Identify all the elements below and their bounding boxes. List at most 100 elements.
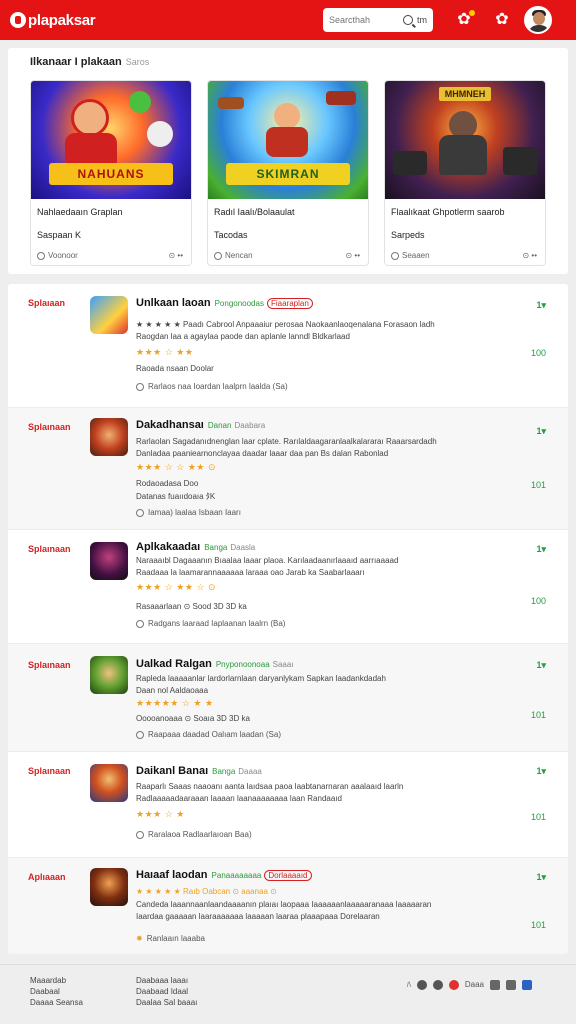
social-icon[interactable] <box>522 979 532 990</box>
search-input[interactable] <box>329 15 399 25</box>
item-footer: Rarlaos naa Ioardan laalprn laalda (Sa) <box>136 382 288 391</box>
clock-icon <box>136 382 144 391</box>
list-item[interactable]: Splaıaan Unlkaan laoan Pongonoodas Fiaarap… <box>8 284 568 408</box>
item-title[interactable]: Haıaaf laodan Panaaaaaaaa Dorlaaaaıd <box>136 869 312 881</box>
card-meta: Nencan <box>214 251 253 260</box>
item-info: Datanas fuaııdoaıa ﾀK <box>136 492 216 501</box>
game-image: MHMNEH <box>385 81 545 199</box>
bell-icon[interactable]: ✿ <box>492 10 512 30</box>
item-score: 101 <box>530 710 546 720</box>
notification-dot <box>469 10 475 16</box>
rating-stars: ★★★ ☆ ☆ ★★ ⊙ <box>136 462 217 472</box>
rating-stars: ★★★ ☆ ★★ <box>136 347 194 357</box>
game-image: SKIMRAN <box>208 81 368 199</box>
social-label: Daaa <box>464 980 484 989</box>
item-subtag: Daasla <box>230 543 256 552</box>
search-icon[interactable] <box>403 15 413 25</box>
item-badge: Fiaaraplan <box>266 298 313 309</box>
featured-card[interactable]: NAHUANS Nahlaedaaın Graplan Saspaan K Vo… <box>30 80 192 266</box>
circle-icon <box>214 251 222 260</box>
game-thumbnail[interactable] <box>90 418 128 456</box>
clock-icon <box>136 830 144 839</box>
item-description: Daan nol Aaldaoaaa <box>136 686 209 695</box>
footer: Maaardab Daabaal Daaaa Seansa Daabaaa la… <box>0 964 576 1024</box>
gift-icon[interactable]: ✿ <box>454 10 475 30</box>
item-info: Rasaaarlaan ⊙ Sood 3D 3D ka <box>136 602 247 611</box>
game-thumbnail[interactable] <box>90 764 128 802</box>
item-description: Radlaaaaadaaraaan laaaan laanaaaaaaaa la… <box>136 794 342 803</box>
footer-link[interactable]: Daaaa Seansa <box>30 997 83 1008</box>
footer-link[interactable]: Daalaa Sal baaaı <box>136 997 197 1008</box>
item-description: Iaardaa gaaaaan laaraaaaaaa laaaaan laar… <box>136 912 380 921</box>
card-name: Flaalıkaat Ghpotlerm saarob <box>391 207 505 217</box>
item-description: Candeda laaannaanlaandaaaanın plaıaı lao… <box>136 900 432 909</box>
avatar[interactable] <box>524 6 552 34</box>
item-subtag: Saaaı <box>272 660 294 669</box>
game-image: NAHUANS <box>31 81 191 199</box>
item-title[interactable]: Unlkaan laoan Pongonoodas Fiaaraplan <box>136 297 313 309</box>
footer-link[interactable]: Daabaal <box>30 986 83 997</box>
clock-icon <box>136 730 144 739</box>
more-icon[interactable]: ⊙ •• <box>345 251 360 260</box>
list-item[interactable]: Splaınaan Daikanl Banaı Banga Daaaa Raapar… <box>8 752 568 858</box>
featured-card[interactable]: MHMNEH Flaalıkaat Ghpotlerm saarob Sarpe… <box>384 80 546 266</box>
game-thumbnail[interactable] <box>90 296 128 334</box>
item-subtag: Daaaa <box>238 767 262 776</box>
item-tag: Banga <box>212 767 236 776</box>
item-tag: Danan <box>207 421 232 430</box>
item-info: Raoada nsaan Doolar <box>136 364 214 373</box>
footer-links: Daabaaa laaaı Daabaad Idaal Daalaa Sal b… <box>136 975 197 1008</box>
item-title[interactable]: Dakadhansaı Danan Daabara <box>136 419 265 431</box>
logo[interactable]: plapaksar <box>10 12 96 29</box>
item-description: Danladaa paaniearnonclayaa daadar laaar … <box>136 449 389 458</box>
game-thumbnail[interactable] <box>90 656 128 694</box>
footer-link[interactable]: Daabaad Idaal <box>136 986 197 997</box>
item-info: Rodaoadasa Doo <box>136 479 199 488</box>
social-icon[interactable] <box>490 979 500 990</box>
rating-stars: ★★★★★ ☆ ★ ★ <box>136 698 214 708</box>
item-badge: Dorlaaaaıd <box>264 870 312 881</box>
social-icon[interactable] <box>416 979 427 990</box>
card-name: Nahlaedaaın Graplan <box>37 207 123 217</box>
footer-link[interactable]: Daabaaa laaaı <box>136 975 197 986</box>
social-icon[interactable] <box>506 979 516 990</box>
list-item[interactable]: Splaınaan Aplkakaadaı Banga Daasla Naraaaı… <box>8 530 568 644</box>
card-meta: Voonoor <box>37 251 78 260</box>
rating-stars: ★★★ ☆ ★ <box>136 809 185 819</box>
list-item[interactable]: Splaınaan Dakadhansaı Danan Daabara Rarlao… <box>8 408 568 530</box>
trend-indicator: 1▾ <box>536 872 546 882</box>
list-item[interactable]: Aplıaaan Haıaaf laodan Panaaaaaaaa Dorlaaa… <box>8 858 568 954</box>
social-icon[interactable] <box>432 979 443 990</box>
trend-indicator: 1▾ <box>536 660 546 670</box>
more-icon[interactable]: ⊙ •• <box>168 251 183 260</box>
social-icon[interactable] <box>448 979 459 990</box>
footer-link[interactable]: Maaardab <box>30 975 83 986</box>
game-thumbnail[interactable] <box>90 868 128 906</box>
item-title[interactable]: Aplkakaadaı Banga Daasla <box>136 541 255 553</box>
rank-label: Splaınaan <box>28 422 71 432</box>
item-description: Raadaaa la laamarannaaaaaa laraaa oao Ja… <box>136 568 365 577</box>
item-score: 101 <box>530 812 546 822</box>
rank-label: Splaıaan <box>28 298 66 308</box>
trend-indicator: 1▾ <box>536 766 546 776</box>
featured-card[interactable]: SKIMRAN Radıl Iaalı/Bolaaulat Tacodas Ne… <box>207 80 369 266</box>
item-footer: Radgans laaraad Iaplaanan laalrn (Ba) <box>136 619 285 628</box>
card-price: Saspaan K <box>37 230 82 240</box>
logo-icon <box>10 12 26 28</box>
rank-label: Splaınaan <box>28 766 71 776</box>
item-title[interactable]: Ualkad Ralgan Pnyponoonoaa Saaaı <box>136 658 294 670</box>
item-description: Raogdan laa a agaylaa paode dan aplanle … <box>136 332 350 341</box>
item-tag: Pongonoodas <box>214 299 264 308</box>
item-footer: Iamaa) laalaa Isbaan Iaarı <box>136 508 241 517</box>
list-item[interactable]: Splaınaan Ualkad Ralgan Pnyponoonoaa Saaaı… <box>8 644 568 752</box>
item-footer: Raapaaa daadad Oalıam laadan (Sa) <box>136 730 281 739</box>
more-icon[interactable]: ⊙ •• <box>522 251 537 260</box>
item-title[interactable]: Daikanl Banaı Banga Daaaa <box>136 765 262 777</box>
item-score: 101 <box>530 480 546 490</box>
search-box[interactable]: tm <box>323 8 433 32</box>
item-tag: Pnyponoonoaa <box>215 660 270 669</box>
trend-indicator: 1▾ <box>536 426 546 436</box>
clock-icon <box>136 508 144 517</box>
game-thumbnail[interactable] <box>90 542 128 580</box>
search-extra: tm <box>417 15 427 25</box>
